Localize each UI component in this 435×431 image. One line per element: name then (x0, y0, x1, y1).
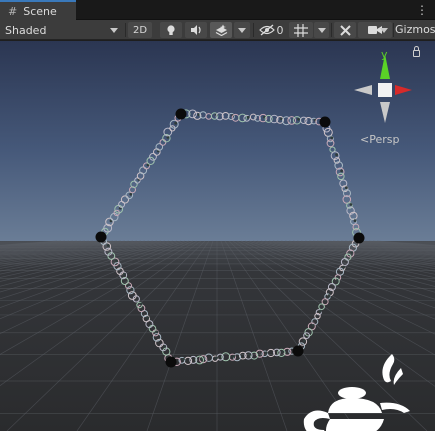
scene-canvas: y (0, 41, 435, 431)
more-options-icon[interactable]: ⋮ (415, 2, 429, 18)
tools-icon (339, 24, 352, 37)
2d-toggle-button[interactable]: 2D (128, 22, 152, 38)
effects-toggle-button[interactable] (210, 22, 232, 38)
particle (249, 353, 252, 356)
particle (107, 244, 110, 247)
particle (247, 116, 250, 119)
lighting-toggle-button[interactable] (160, 22, 182, 38)
hidden-count: 0 (277, 24, 284, 37)
effects-layers-icon (215, 24, 228, 36)
particle (350, 203, 353, 206)
particle (129, 193, 132, 196)
scene-visibility-button[interactable]: 0 (256, 22, 286, 38)
particle (345, 186, 348, 189)
audio-toggle-button[interactable] (185, 22, 207, 38)
particle (233, 355, 236, 358)
vertex-marker-5[interactable] (166, 357, 177, 368)
chevron-down-icon (110, 28, 118, 33)
chevron-down-icon (380, 28, 388, 33)
particle (146, 316, 149, 319)
particle (340, 170, 343, 173)
tab-scene-label: Scene (23, 5, 57, 18)
particle (163, 345, 166, 348)
persp-lines-icon: < (360, 133, 369, 146)
particle (156, 331, 159, 334)
eye-hidden-icon (259, 24, 275, 36)
particle (297, 118, 300, 121)
particle (182, 358, 185, 361)
vertex-marker-4[interactable] (293, 346, 304, 357)
particle (330, 136, 333, 139)
gizmos-dropdown[interactable]: Gizmos (395, 20, 435, 40)
effects-dropdown-button[interactable] (234, 22, 250, 38)
shading-mode-dropdown[interactable]: Shaded (0, 20, 124, 40)
particle (140, 303, 143, 306)
shading-mode-value: Shaded (5, 24, 46, 37)
divider (125, 23, 126, 37)
gizmo-center-cube[interactable] (378, 83, 392, 97)
scene-toolbar: Shaded 2D 0 Gizmos (0, 20, 435, 40)
particle (215, 356, 218, 359)
speaker-icon (190, 24, 203, 36)
tab-bar: # Scene ⋮ (0, 0, 435, 20)
particle (115, 260, 118, 263)
axis-y-label: y (381, 48, 388, 61)
camera-settings-button[interactable] (358, 22, 392, 38)
particle (312, 324, 315, 327)
particle (328, 294, 331, 297)
tab-scene[interactable]: # Scene (0, 0, 76, 20)
vertex-marker-1[interactable] (176, 109, 187, 120)
particle (342, 266, 345, 269)
projection-label: Persp (369, 133, 399, 146)
scene-viewport[interactable]: y <Persp (0, 41, 435, 431)
lock-icon[interactable] (413, 50, 420, 57)
grid-dropdown-button[interactable] (314, 22, 329, 38)
particle (319, 310, 322, 313)
grid-icon (294, 24, 308, 37)
chevron-down-icon (318, 28, 326, 33)
particle (265, 351, 268, 354)
particle (350, 251, 353, 254)
particle (354, 219, 357, 222)
grid-toggle-button[interactable] (289, 22, 313, 38)
particle (335, 153, 338, 156)
chevron-down-icon (238, 28, 246, 33)
projection-toggle[interactable]: <Persp (360, 133, 399, 146)
particle (123, 273, 126, 276)
particle (174, 122, 177, 125)
divider (393, 23, 394, 37)
divider (331, 23, 332, 37)
scene-tab-icon: # (8, 5, 17, 18)
particle (336, 279, 339, 282)
vertex-marker-2[interactable] (320, 117, 331, 128)
tools-button[interactable] (334, 22, 356, 38)
particle (303, 339, 306, 342)
divider (253, 23, 254, 37)
vertex-marker-6[interactable] (96, 232, 107, 243)
particle (200, 358, 203, 361)
2d-toggle-label: 2D (133, 25, 147, 36)
lightbulb-icon (165, 24, 177, 36)
vertex-marker-3[interactable] (354, 233, 365, 244)
particle (282, 351, 285, 354)
